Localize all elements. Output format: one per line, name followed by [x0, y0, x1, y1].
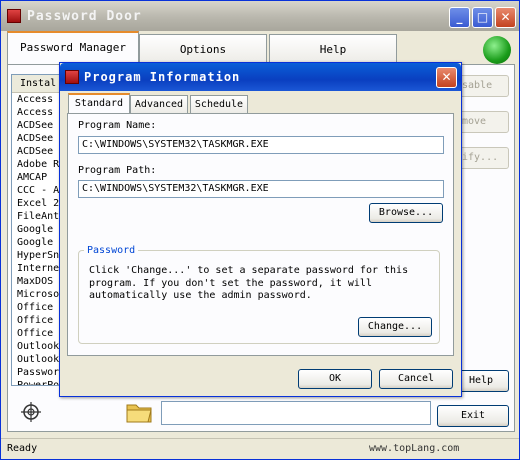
tab-options[interactable]: Options [139, 34, 267, 64]
dialog-app-icon [65, 70, 79, 84]
tab-label: Schedule [194, 99, 244, 110]
dialog-title: Program Information [84, 70, 241, 84]
button-label: Browse... [378, 207, 434, 218]
password-description: Click 'Change...' to set a separate pass… [89, 265, 409, 301]
button-label: Change... [367, 321, 423, 332]
button-label: Help [468, 375, 494, 386]
close-icon: ✕ [441, 70, 452, 84]
status-indicator-icon [483, 36, 511, 64]
tab-standard[interactable]: Standard [68, 93, 130, 114]
title-bar[interactable]: Password Door _ □ ✕ [1, 1, 519, 31]
program-name-label: Program Name: [78, 120, 157, 131]
exit-button[interactable]: Exit [437, 405, 509, 427]
password-group-title: Password [84, 245, 139, 256]
path-input[interactable] [161, 401, 431, 425]
program-information-dialog: Program Information ✕ Standard Advanced … [59, 62, 462, 397]
crosshair-icon[interactable] [21, 402, 41, 422]
button-label: Cancel [397, 373, 435, 384]
tab-label: Options [179, 43, 227, 56]
program-path-field[interactable]: C:\WINDOWS\SYSTEM32\TASKMGR.EXE [78, 180, 444, 198]
window-title: Password Door [27, 9, 142, 24]
maximize-button[interactable]: □ [472, 7, 493, 28]
maximize-icon: □ [476, 10, 489, 24]
ok-button[interactable]: OK [298, 369, 372, 389]
tab-password-manager[interactable]: Password Manager [7, 31, 139, 64]
tab-label: Password Manager [20, 41, 126, 54]
close-icon: ✕ [500, 10, 511, 24]
close-button[interactable]: ✕ [495, 7, 516, 28]
tab-schedule[interactable]: Schedule [190, 95, 248, 113]
button-label: OK [328, 373, 342, 384]
button-label: ify... [462, 152, 499, 163]
tab-advanced[interactable]: Advanced [130, 95, 188, 113]
dialog-close-button[interactable]: ✕ [436, 67, 457, 88]
minimize-icon: _ [456, 10, 463, 24]
button-label: move [462, 116, 487, 127]
cancel-button[interactable]: Cancel [379, 369, 453, 389]
status-text: Ready [7, 443, 38, 454]
program-path-label: Program Path: [78, 165, 157, 176]
program-name-field[interactable]: C:\WINDOWS\SYSTEM32\TASKMGR.EXE [78, 136, 444, 154]
tab-label: Advanced [134, 99, 184, 110]
browse-button[interactable]: Browse... [369, 203, 443, 223]
dialog-title-bar[interactable]: Program Information ✕ [60, 63, 461, 91]
button-label: sable [462, 80, 493, 91]
folder-icon[interactable] [125, 400, 153, 424]
change-password-button[interactable]: Change... [358, 317, 432, 337]
minimize-button[interactable]: _ [449, 7, 470, 28]
tab-help[interactable]: Help [269, 34, 397, 64]
tab-label: Help [319, 43, 347, 56]
website-text: www.topLang.com [369, 443, 460, 454]
app-icon [7, 9, 21, 23]
tab-label: Standard [74, 98, 124, 109]
button-label: Exit [460, 410, 486, 421]
status-bar: Ready www.topLang.com [1, 438, 519, 459]
